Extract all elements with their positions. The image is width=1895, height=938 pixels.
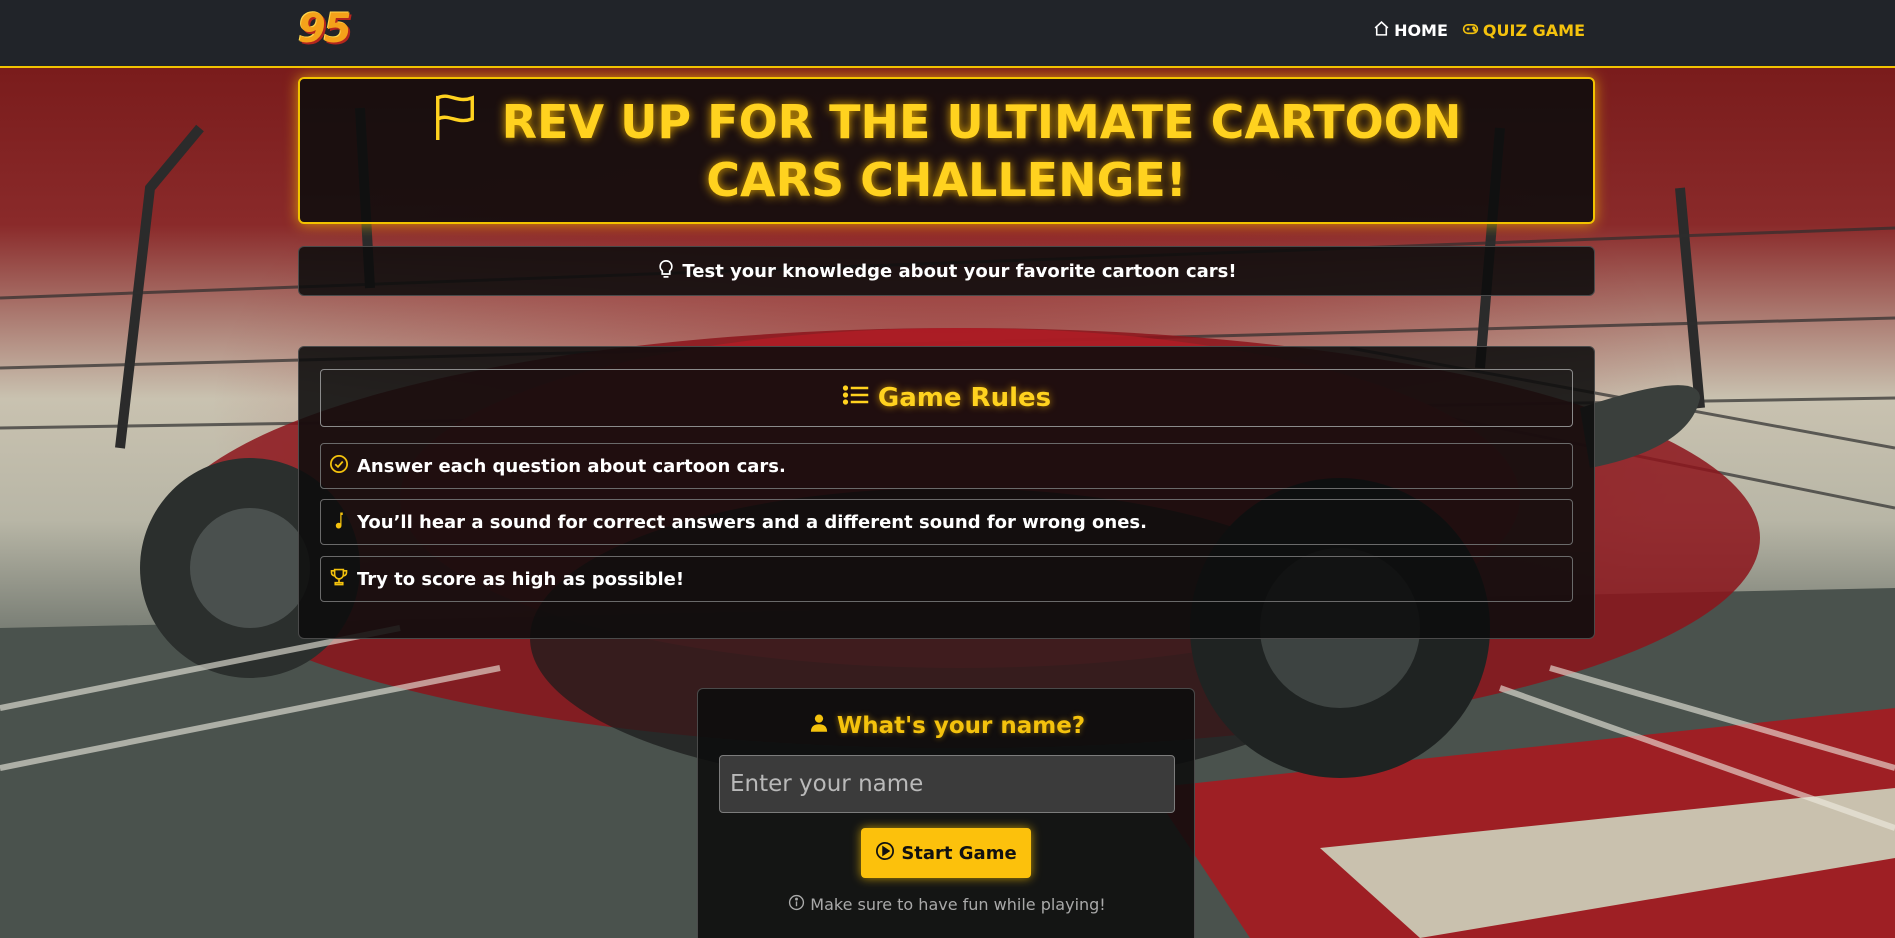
nav-home-link[interactable]: HOME bbox=[1373, 20, 1448, 41]
page-title: REV UP FOR THE ULTIMATE CARTOON CARS CHA… bbox=[357, 92, 1537, 209]
hero-title-panel: REV UP FOR THE ULTIMATE CARTOON CARS CHA… bbox=[298, 77, 1595, 224]
game-rules-title: Game Rules bbox=[877, 383, 1052, 413]
player-name-input[interactable] bbox=[719, 755, 1175, 813]
start-game-label: Start Game bbox=[901, 842, 1017, 864]
start-game-button[interactable]: Start Game bbox=[861, 828, 1031, 878]
flag-icon bbox=[432, 94, 502, 149]
trophy-icon bbox=[329, 567, 349, 592]
info-circle-icon bbox=[788, 894, 805, 915]
nav-quiz-game-link[interactable]: QUIZ GAME bbox=[1462, 20, 1585, 41]
rule-text: Try to score as high as possible! bbox=[357, 568, 685, 590]
play-circle-icon bbox=[875, 841, 895, 866]
player-name-label-text: What's your name? bbox=[836, 713, 1086, 739]
check-circle-icon bbox=[329, 454, 349, 479]
game-rules-panel: Game Rules Answer each question about ca… bbox=[298, 346, 1595, 639]
gamepad-icon bbox=[1462, 20, 1479, 41]
music-note-icon bbox=[329, 510, 349, 535]
fun-hint: Make sure to have fun while playing! bbox=[698, 894, 1196, 915]
list-icon bbox=[842, 381, 870, 416]
game-rules-heading: Game Rules bbox=[320, 369, 1573, 427]
subtitle-text: Test your knowledge about your favorite … bbox=[682, 260, 1237, 282]
page-title-text: REV UP FOR THE ULTIMATE CARTOON CARS CHA… bbox=[501, 95, 1462, 207]
rule-item: You’ll hear a sound for correct answers … bbox=[320, 499, 1573, 545]
rule-item: Try to score as high as possible! bbox=[320, 556, 1573, 602]
top-navbar: 95 HOME QUIZ GAME bbox=[0, 0, 1895, 68]
subtitle-banner: Test your knowledge about your favorite … bbox=[298, 246, 1595, 296]
nav-quiz-game-label: QUIZ GAME bbox=[1482, 21, 1585, 40]
brand-logo[interactable]: 95 bbox=[298, 6, 352, 52]
person-icon bbox=[809, 713, 829, 739]
rule-item: Answer each question about cartoon cars. bbox=[320, 443, 1573, 489]
player-name-label: What's your name? bbox=[698, 713, 1196, 739]
lightbulb-icon bbox=[656, 259, 676, 284]
nav-home-label: HOME bbox=[1394, 21, 1448, 40]
rule-text: Answer each question about cartoon cars. bbox=[357, 455, 786, 477]
rule-text: You’ll hear a sound for correct answers … bbox=[357, 511, 1147, 533]
nav-links: HOME QUIZ GAME bbox=[1373, 20, 1585, 41]
player-name-panel: What's your name? Start Game Make sure t… bbox=[697, 688, 1195, 938]
fun-hint-text: Make sure to have fun while playing! bbox=[810, 895, 1106, 914]
house-icon bbox=[1373, 20, 1390, 41]
